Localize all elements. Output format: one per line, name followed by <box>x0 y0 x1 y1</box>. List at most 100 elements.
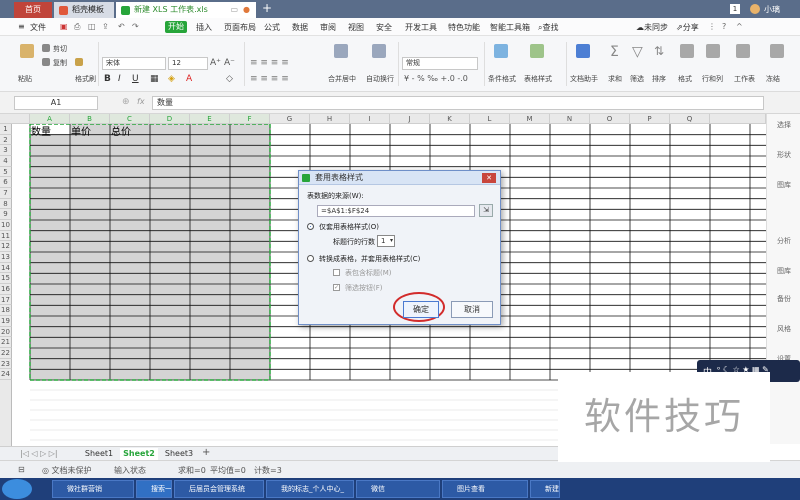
col-header-q[interactable]: Q <box>670 114 710 124</box>
row-header[interactable]: 19 <box>0 316 12 327</box>
protection-icon[interactable]: ⊟ <box>18 465 25 474</box>
hamburger-icon[interactable]: ≡ <box>18 22 25 31</box>
merge-label[interactable]: 合并居中 <box>328 74 356 84</box>
radio-convert-table-label[interactable]: 转换成表格，并套用表格样式(C) <box>319 254 420 264</box>
help-icon[interactable]: ? <box>722 22 726 31</box>
tab-docer-templates[interactable]: 稻壳模板 <box>54 2 114 18</box>
col-header-p[interactable]: P <box>630 114 670 124</box>
menu-review[interactable]: 审阅 <box>320 22 336 33</box>
italic-icon[interactable]: I <box>118 74 121 84</box>
cut-label[interactable]: 剪切 <box>53 44 67 54</box>
copy-icon[interactable] <box>42 58 50 66</box>
tab-active-file[interactable]: 新建 XLS 工作表.xls ▭ ● <box>116 2 256 18</box>
sheet-tab-2[interactable]: Sheet2 <box>120 448 158 460</box>
col-header-d[interactable]: D <box>150 114 190 124</box>
font-color-icon[interactable]: A <box>186 74 192 84</box>
doc-helper-icon[interactable] <box>576 44 590 58</box>
sidebar-item-gallery[interactable]: 图库 <box>767 180 800 190</box>
sidebar-item-gallery-2[interactable]: 图库 <box>767 266 800 276</box>
font-select[interactable]: 宋体 <box>102 57 166 70</box>
taskbar-app-image-viewer[interactable]: 图片查看 <box>442 480 528 498</box>
col-header-k[interactable]: K <box>430 114 470 124</box>
menu-data[interactable]: 数据 <box>292 22 308 33</box>
dialog-close-icon[interactable]: ✕ <box>482 173 496 183</box>
radio-style-only[interactable] <box>307 223 314 230</box>
export-icon[interactable]: ⇪ <box>102 22 109 31</box>
row-header[interactable]: 18 <box>0 305 12 316</box>
paste-icon[interactable] <box>20 44 34 58</box>
col-header-i[interactable]: I <box>350 114 390 124</box>
radio-convert-table[interactable] <box>307 255 314 262</box>
clear-icon[interactable]: ◇ <box>226 74 233 84</box>
align-bottom-icons[interactable]: ≡ ≡ ≡ ≡ <box>250 74 289 84</box>
col-header-j[interactable]: J <box>390 114 430 124</box>
corner-header[interactable] <box>0 114 30 124</box>
add-sheet-icon[interactable]: + <box>202 447 210 458</box>
sidebar-item-analyze[interactable]: 分析 <box>767 236 800 246</box>
col-header-g[interactable]: G <box>270 114 310 124</box>
worksheet-icon[interactable] <box>736 44 750 58</box>
conditional-format-icon[interactable] <box>494 44 508 58</box>
sheet-nav-icons[interactable]: |◁ ◁ ▷ ▷| <box>20 449 58 458</box>
row-header[interactable]: 14 <box>0 262 12 274</box>
row-header[interactable]: 13 <box>0 252 12 263</box>
preview-icon[interactable]: ◫ <box>88 22 96 31</box>
filter-label[interactable]: 筛选 <box>630 74 644 84</box>
taskbar-app-browser[interactable]: 我的标志_个人中心_ <box>266 480 354 498</box>
menu-start[interactable]: 开始 <box>165 21 187 33</box>
row-header[interactable]: 21 <box>0 337 12 348</box>
row-header[interactable]: 24 <box>0 369 12 380</box>
ok-button[interactable]: 确定 <box>403 301 439 318</box>
col-header-l[interactable]: L <box>470 114 510 124</box>
row-header[interactable]: 23 <box>0 358 12 370</box>
sync-status[interactable]: ☁未同步 <box>636 22 668 33</box>
cut-icon[interactable] <box>42 44 50 52</box>
taskbar-app-wechat[interactable]: 微信 <box>356 480 440 498</box>
user-name[interactable]: 小璃 <box>764 4 780 15</box>
row-header[interactable]: 20 <box>0 326 12 338</box>
taskbar-app-wechat-marketing[interactable]: 微社群营销 <box>52 480 134 498</box>
format-label[interactable]: 格式 <box>678 74 692 84</box>
sum-icon[interactable]: Σ <box>610 44 619 60</box>
border-icon[interactable]: ▦ <box>150 74 159 84</box>
collapse-ribbon-icon[interactable]: ^ <box>736 22 743 31</box>
sum-label[interactable]: 求和 <box>608 74 622 84</box>
number-format-icons[interactable]: ¥ - % ‰ +.0 -.0 <box>404 74 468 83</box>
menu-features[interactable]: 特色功能 <box>448 22 480 33</box>
tab-home[interactable]: 首页 <box>14 2 52 18</box>
freeze-label[interactable]: 冻结 <box>766 74 780 84</box>
row-header[interactable]: 22 <box>0 348 12 359</box>
filter-icon[interactable]: ▽ <box>632 44 643 60</box>
name-box[interactable]: A1 <box>14 96 98 110</box>
cell-b1[interactable]: 单价 <box>71 123 91 138</box>
align-icons[interactable]: ≡ ≡ ≡ ≡ <box>250 58 289 68</box>
menu-developer[interactable]: 开发工具 <box>405 22 437 33</box>
row-header[interactable]: 3 <box>0 145 12 156</box>
rowcol-icon[interactable] <box>706 44 720 58</box>
redo-icon[interactable]: ↷ <box>132 22 139 31</box>
sheet-tab-3[interactable]: Sheet3 <box>160 448 198 460</box>
col-header-m[interactable]: M <box>510 114 550 124</box>
doc-helper-label[interactable]: 文档助手 <box>570 74 598 84</box>
new-tab-icon[interactable]: + <box>262 1 272 15</box>
range-select-icon[interactable]: ⇲ <box>479 204 493 217</box>
menu-view[interactable]: 视图 <box>348 22 364 33</box>
taskbar-app-new[interactable]: 新建 <box>530 480 560 498</box>
sheet-label[interactable]: 工作表 <box>734 74 755 84</box>
col-header-blank[interactable] <box>710 114 766 124</box>
more-icon[interactable]: ⋮ <box>708 22 716 31</box>
avatar[interactable] <box>750 4 760 14</box>
undo-icon[interactable]: ↶ <box>118 22 125 31</box>
header-rows-select[interactable]: 1 ▾ <box>377 235 395 247</box>
doc-protection-status[interactable]: ◎ 文档未保护 <box>42 465 92 476</box>
col-header-n[interactable]: N <box>550 114 590 124</box>
paste-label[interactable]: 粘贴 <box>18 74 32 84</box>
rowcol-label[interactable]: 行和列 <box>702 74 723 84</box>
source-range-input[interactable]: =$A$1:$F$24 <box>317 205 475 217</box>
sort-icon[interactable]: ⇅ <box>654 44 664 58</box>
row-header[interactable]: 6 <box>0 177 12 188</box>
merge-icon[interactable] <box>334 44 348 58</box>
print-icon[interactable]: ⎙ <box>74 22 80 32</box>
save-icon[interactable]: ▣ <box>60 22 68 31</box>
wrap-label[interactable]: 自动换行 <box>366 74 394 84</box>
